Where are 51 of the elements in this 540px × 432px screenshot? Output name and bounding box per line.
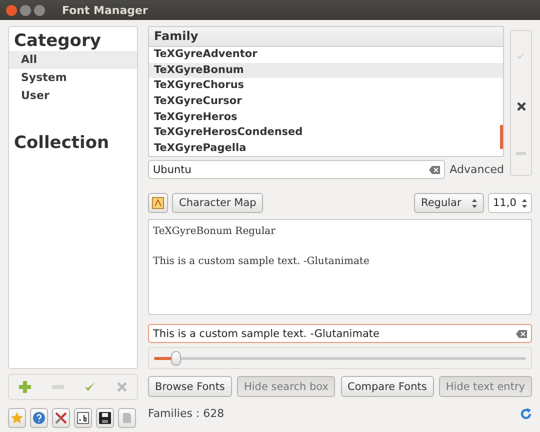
star-icon (11, 412, 23, 424)
preview-sample: This is a custom sample text. -Glutanimate (153, 256, 370, 267)
checkmark-icon (84, 381, 96, 393)
spin-arrows-icon (472, 198, 477, 208)
clear-icon (516, 330, 527, 338)
floppy-icon (99, 412, 111, 424)
category-heading: Category (13, 30, 102, 51)
font-icon-button[interactable] (148, 193, 168, 213)
family-row[interactable]: TeXGyreHeros (149, 110, 503, 126)
column-header[interactable]: Family (149, 27, 503, 47)
maximize-button[interactable] (34, 4, 45, 16)
preview-title: TeXGyreBonum Regular (153, 226, 276, 237)
glyph-icon (77, 412, 89, 424)
family-row[interactable]: TeXGyreAdventor (149, 47, 503, 63)
window-title: Font Manager (62, 4, 148, 16)
close-icon (116, 382, 127, 392)
toolbar-button[interactable] (74, 408, 92, 428)
toggle-button[interactable]: Compare Fonts (340, 376, 434, 397)
close-icon (516, 102, 526, 111)
size-slider[interactable] (148, 347, 532, 369)
size-spinbox[interactable]: 11,0 (488, 193, 532, 213)
toggle-button[interactable]: Browse Fonts (148, 376, 232, 397)
search-field[interactable]: Ubuntu (148, 160, 445, 179)
category-item[interactable]: System (9, 69, 137, 87)
refresh-icon[interactable] (520, 408, 532, 420)
tools-icon (55, 412, 67, 424)
sample-text-field[interactable]: This is a custom sample text. -Glutanimate (148, 324, 532, 343)
family-row[interactable]: TeXGyreBonum (149, 62, 503, 78)
toolbar-button[interactable] (96, 408, 114, 428)
help-icon (33, 412, 45, 424)
character-map-button[interactable]: Character Map (172, 193, 264, 213)
slider-thumb[interactable] (171, 350, 182, 366)
document-icon (121, 412, 133, 424)
families-count: Families : 628 (148, 407, 224, 420)
plus-icon (19, 381, 32, 393)
family-row[interactable]: TeXGyreChorus (149, 78, 503, 94)
category-item[interactable]: User (9, 87, 137, 105)
family-row[interactable]: TeXGyreHerosCondensed (149, 125, 503, 142)
family-row[interactable]: TeXGyrePagella (149, 141, 503, 156)
advanced-label[interactable]: Advanced (450, 163, 504, 176)
scrollbar-thumb[interactable] (500, 125, 503, 149)
clear-icon (428, 166, 440, 174)
minimize-button[interactable] (20, 4, 31, 16)
style-dropdown[interactable]: Regular (414, 193, 484, 213)
collection-heading: Collection (13, 132, 110, 153)
close-button[interactable] (6, 4, 17, 16)
category-item[interactable]: All (9, 51, 137, 69)
family-row[interactable]: TeXGyreCursor (149, 94, 503, 110)
spin-arrows-icon[interactable] (522, 198, 527, 208)
checkmark-icon (516, 51, 526, 62)
minus-icon (516, 152, 526, 155)
